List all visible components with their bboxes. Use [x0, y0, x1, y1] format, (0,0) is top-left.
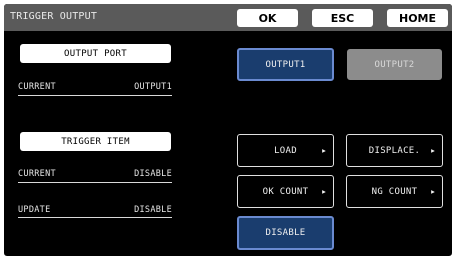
output-port-current-label: CURRENT: [18, 82, 56, 92]
triangle-right-icon: ▶: [322, 188, 326, 195]
displace-button[interactable]: DISPLACE. ▶: [346, 134, 443, 167]
triangle-right-icon: ▶: [322, 147, 326, 154]
disable-button[interactable]: DISABLE: [237, 216, 334, 250]
output-port-current-value: OUTPUT1: [134, 82, 172, 92]
home-button[interactable]: HOME: [387, 9, 448, 27]
load-button-label: LOAD: [274, 145, 297, 156]
triangle-right-icon: ▶: [431, 188, 435, 195]
ng-count-button-label: NG COUNT: [371, 186, 418, 197]
output2-button[interactable]: OUTPUT2: [347, 49, 442, 80]
header-bar: TRIGGER OUTPUT OK ESC HOME: [4, 4, 452, 31]
trigger-item-current-label: CURRENT: [18, 169, 56, 179]
screen: TRIGGER OUTPUT OK ESC HOME OUTPUT PORT C…: [4, 4, 452, 256]
ok-count-button-label: OK COUNT: [262, 186, 309, 197]
displace-button-label: DISPLACE.: [368, 145, 421, 156]
output-port-divider: [18, 95, 172, 96]
trigger-item-section-label: TRIGGER ITEM: [20, 132, 171, 151]
trigger-item-update-label: UPDATE: [18, 205, 51, 215]
ok-button[interactable]: OK: [237, 9, 298, 27]
load-button[interactable]: LOAD ▶: [237, 134, 334, 167]
page-title: TRIGGER OUTPUT: [10, 11, 98, 22]
trigger-item-update-divider: [18, 217, 172, 218]
trigger-item-current-value: DISABLE: [134, 169, 172, 179]
ng-count-button[interactable]: NG COUNT ▶: [346, 175, 443, 208]
output1-button[interactable]: OUTPUT1: [237, 48, 334, 81]
trigger-item-current-divider: [18, 182, 172, 183]
output-port-section-label: OUTPUT PORT: [20, 44, 171, 63]
ok-count-button[interactable]: OK COUNT ▶: [237, 175, 334, 208]
triangle-right-icon: ▶: [431, 147, 435, 154]
trigger-item-update-value: DISABLE: [134, 205, 172, 215]
esc-button[interactable]: ESC: [312, 9, 373, 27]
